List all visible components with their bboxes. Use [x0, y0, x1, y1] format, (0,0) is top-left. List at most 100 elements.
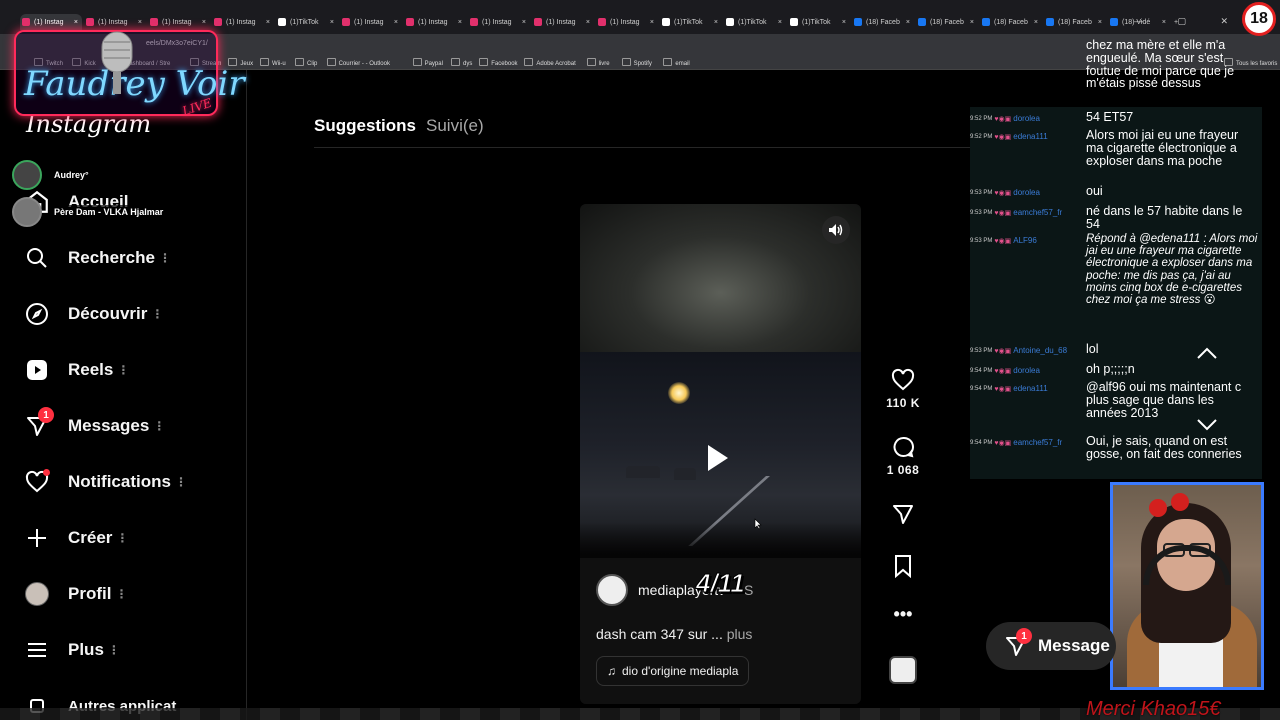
dots-icon: ⋮ [158, 251, 171, 265]
bookmark-item[interactable]: Adobe Acrobat [524, 58, 575, 67]
dashboard-edge [580, 522, 861, 558]
chat-username[interactable]: dorolea [1013, 188, 1040, 197]
like-button[interactable]: 110 K [880, 368, 926, 410]
bookmark-item[interactable]: Facebook [479, 58, 517, 67]
close-icon[interactable]: × [522, 19, 526, 26]
reel-audio[interactable]: ♫ dio d'origine mediapla [596, 656, 750, 686]
close-icon[interactable]: × [330, 19, 334, 26]
caption-more[interactable]: plus [727, 626, 753, 642]
bookmark-item[interactable]: Clip [295, 58, 317, 67]
audio-thumbnail[interactable] [880, 656, 926, 684]
comment-button[interactable]: 1 068 [880, 435, 926, 477]
chat-username[interactable]: eamchef57_fr [1013, 438, 1062, 447]
close-icon[interactable]: × [74, 19, 78, 26]
sidebar-item-profile[interactable]: Profil ⋮ [22, 578, 127, 610]
dots-icon: ⋮ [153, 419, 166, 433]
browser-tab[interactable]: (18) Faceb × [916, 14, 978, 30]
browser-tab[interactable]: (18) Faceb × [852, 14, 914, 30]
tab-following[interactable]: Suivi(e) [426, 116, 484, 135]
sidebar-item-label: Recherche [68, 248, 155, 267]
sidebar-item-create[interactable]: Créer ⋮ [22, 522, 128, 554]
browser-tab[interactable]: (1)TikTok × [660, 14, 722, 30]
browser-tab[interactable]: (1) Instag × [340, 14, 402, 30]
chat-username[interactable]: eamchef57_fr [1013, 208, 1062, 217]
browser-tab[interactable]: (1) Instag × [404, 14, 466, 30]
chat-text: oh p;;;;;n [1086, 362, 1135, 376]
bookmark-item[interactable]: Courrier - - Outlook [327, 58, 390, 67]
chat-time: 9:54 PM [970, 385, 993, 392]
sidebar-item-more[interactable]: Plus ⋮ [22, 634, 120, 666]
close-icon[interactable]: × [650, 19, 654, 26]
bookmark-item[interactable]: livre [587, 58, 610, 67]
chat-text: né dans le 57 habite dans le 54 [1086, 204, 1243, 231]
browser-tab[interactable]: (18) Faceb × [980, 14, 1042, 30]
browser-tab[interactable]: (1) Instag × [212, 14, 274, 30]
close-icon[interactable]: × [202, 19, 206, 26]
browser-tab[interactable]: (18) Faceb × [1044, 14, 1106, 30]
bookmark-item[interactable]: Wii-u [260, 58, 286, 67]
chat-username[interactable]: edena111 [1013, 384, 1047, 393]
close-icon[interactable]: × [970, 19, 974, 26]
dots-icon: ⋮ [151, 307, 164, 321]
chevron-up-icon[interactable] [1196, 346, 1218, 360]
chat-text: oui [1086, 184, 1103, 198]
sidebar-item-explore[interactable]: Découvrir ⋮ [22, 298, 163, 330]
tab-suggestions[interactable]: Suggestions [314, 116, 416, 135]
browser-tab[interactable]: (1)TikTok × [724, 14, 786, 30]
stream-counter: 4/11 [696, 568, 746, 599]
cursor-icon [754, 518, 762, 530]
browser-tab[interactable]: (1) Instag × [20, 14, 82, 30]
close-icon[interactable]: × [138, 19, 142, 26]
browser-tab[interactable]: (1) Instag × [468, 14, 530, 30]
share-button[interactable] [880, 502, 926, 526]
volume-icon[interactable] [822, 216, 850, 244]
sidebar-item-search[interactable]: Recherche ⋮ [22, 242, 171, 274]
messages-label: Message [1038, 636, 1110, 655]
close-icon[interactable]: × [394, 19, 398, 26]
close-icon[interactable]: × [906, 19, 910, 26]
tab-label: (1) Instag [162, 18, 192, 26]
chat-username[interactable]: edena111 [1013, 132, 1047, 141]
bookmark-item[interactable]: Spotify [622, 58, 652, 67]
sidebar-item-messages[interactable]: 1 Messages ⋮ [22, 407, 166, 442]
browser-tab[interactable]: (1)TikTok × [276, 14, 338, 30]
close-icon[interactable]: × [586, 19, 590, 26]
chat-username[interactable]: Antoine_du_68 [1013, 346, 1067, 355]
browser-tab[interactable]: (1)TikTok × [788, 14, 850, 30]
send-icon [893, 505, 913, 524]
more-options-button[interactable]: ••• [880, 604, 926, 625]
close-icon[interactable]: × [1034, 19, 1038, 26]
floating-messages-button[interactable]: 1 Message [986, 622, 1116, 670]
bookmark-item[interactable]: Paypal [413, 58, 443, 67]
sidebar-item-label: Créer [68, 528, 113, 547]
window-controls[interactable]: — ▢ ✕ [1134, 16, 1244, 27]
close-icon[interactable]: × [1098, 19, 1102, 26]
close-icon[interactable]: × [778, 19, 782, 26]
browser-tab[interactable]: (1) Instag × [596, 14, 658, 30]
address-bar[interactable]: eels/DMx3o7eiCY1/ [100, 37, 1000, 51]
sidebar-item-notifications[interactable]: Notifications ⋮ [22, 466, 187, 498]
save-button[interactable] [880, 554, 926, 578]
street-lamp [668, 382, 690, 404]
chevron-down-icon[interactable] [1196, 418, 1218, 432]
close-icon[interactable]: × [714, 19, 718, 26]
facebook-icon [918, 18, 926, 26]
browser-tab[interactable]: (1) Instag × [532, 14, 594, 30]
chat-username[interactable]: dorolea [1013, 114, 1040, 123]
close-icon[interactable]: × [266, 19, 270, 26]
divider [314, 147, 970, 148]
audio-avatar-icon [889, 656, 917, 684]
chat-username[interactable]: dorolea [1013, 366, 1040, 375]
chat-username[interactable]: ALF96 [1013, 236, 1037, 245]
close-icon[interactable]: × [458, 19, 462, 26]
close-icon[interactable]: × [842, 19, 846, 26]
microphone-icon [101, 31, 133, 94]
play-icon[interactable] [708, 445, 728, 471]
sidebar-item-reels[interactable]: Reels ⋮ [22, 354, 129, 386]
bookmark-item[interactable]: email [663, 58, 689, 67]
bookmark-item[interactable]: dys [451, 58, 472, 67]
reel-player[interactable]: mediaplayertv • S 4/11 dash cam 347 sur … [580, 204, 861, 704]
badge-icons: ♥◉▣ [994, 385, 1012, 393]
heart-icon [22, 467, 52, 497]
browser-tab[interactable]: (1) Instag × [148, 14, 210, 30]
